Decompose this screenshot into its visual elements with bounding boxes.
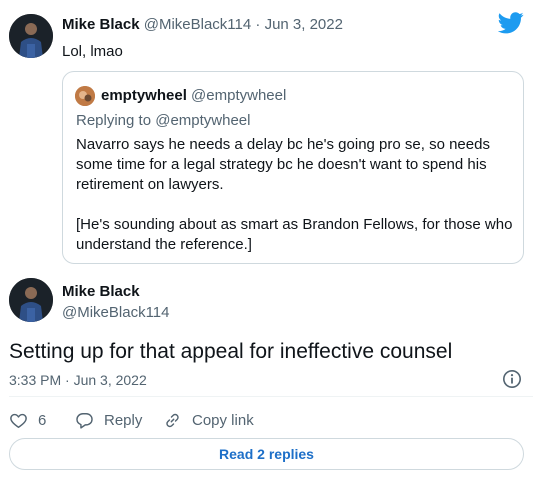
speech-bubble-icon — [76, 412, 93, 429]
replying-to-label: Replying to @emptywheel — [76, 112, 251, 129]
quoted-tweet-card[interactable]: emptywheel @emptywheel Replying to @empt… — [62, 71, 524, 264]
parent-author-name[interactable]: Mike Black — [62, 16, 140, 33]
quoted-author-handle: @emptywheel — [191, 87, 287, 104]
main-author-handle[interactable]: @MikeBlack114 — [62, 304, 170, 321]
quoted-author-avatar — [75, 86, 95, 106]
like-count: 6 — [38, 411, 47, 429]
tweet-actions: 6 Reply Copy link — [9, 408, 254, 432]
read-replies-button[interactable]: Read 2 replies — [9, 438, 524, 470]
header-separator: · — [255, 16, 261, 33]
divider — [9, 396, 533, 397]
parent-tweet-date[interactable]: Jun 3, 2022 — [265, 16, 343, 33]
emptywheel-avatar-image — [75, 86, 95, 106]
parent-tweet-header: Mike Black @MikeBlack114 · Jun 3, 2022 — [62, 16, 343, 33]
tweet-timestamp[interactable]: 3:33 PM · Jun 3, 2022 — [9, 372, 147, 388]
quoted-tweet-paragraph: Navarro says he needs a delay bc he's go… — [76, 136, 490, 193]
parent-author-avatar[interactable] — [9, 14, 53, 58]
heart-icon — [10, 413, 27, 428]
copy-link-button[interactable]: Copy link — [163, 411, 254, 430]
person-avatar-image — [9, 14, 53, 58]
parent-author-handle[interactable]: @MikeBlack114 — [144, 16, 252, 33]
copy-link-label: Copy link — [192, 411, 254, 429]
quoted-tweet-text: Navarro says he needs a delay bc he's go… — [76, 135, 516, 255]
reply-label: Reply — [104, 411, 143, 429]
main-author-name[interactable]: Mike Black — [62, 283, 140, 300]
main-tweet-text: Setting up for that appeal for ineffecti… — [9, 340, 453, 363]
parent-tweet-text: Lol, lmao — [62, 43, 123, 60]
twitter-bird-icon[interactable] — [498, 12, 524, 34]
link-icon — [166, 413, 179, 427]
quoted-tweet-header: emptywheel @emptywheel — [101, 87, 286, 104]
quoted-author-name: emptywheel — [101, 87, 187, 104]
person-avatar-image — [9, 278, 53, 322]
main-author-avatar[interactable] — [9, 278, 53, 322]
reply-button[interactable]: Reply — [75, 411, 163, 430]
like-button[interactable]: 6 — [9, 411, 75, 430]
info-icon[interactable] — [502, 369, 522, 389]
quoted-tweet-paragraph: [He's sounding about as smart as Brandon… — [76, 216, 513, 253]
